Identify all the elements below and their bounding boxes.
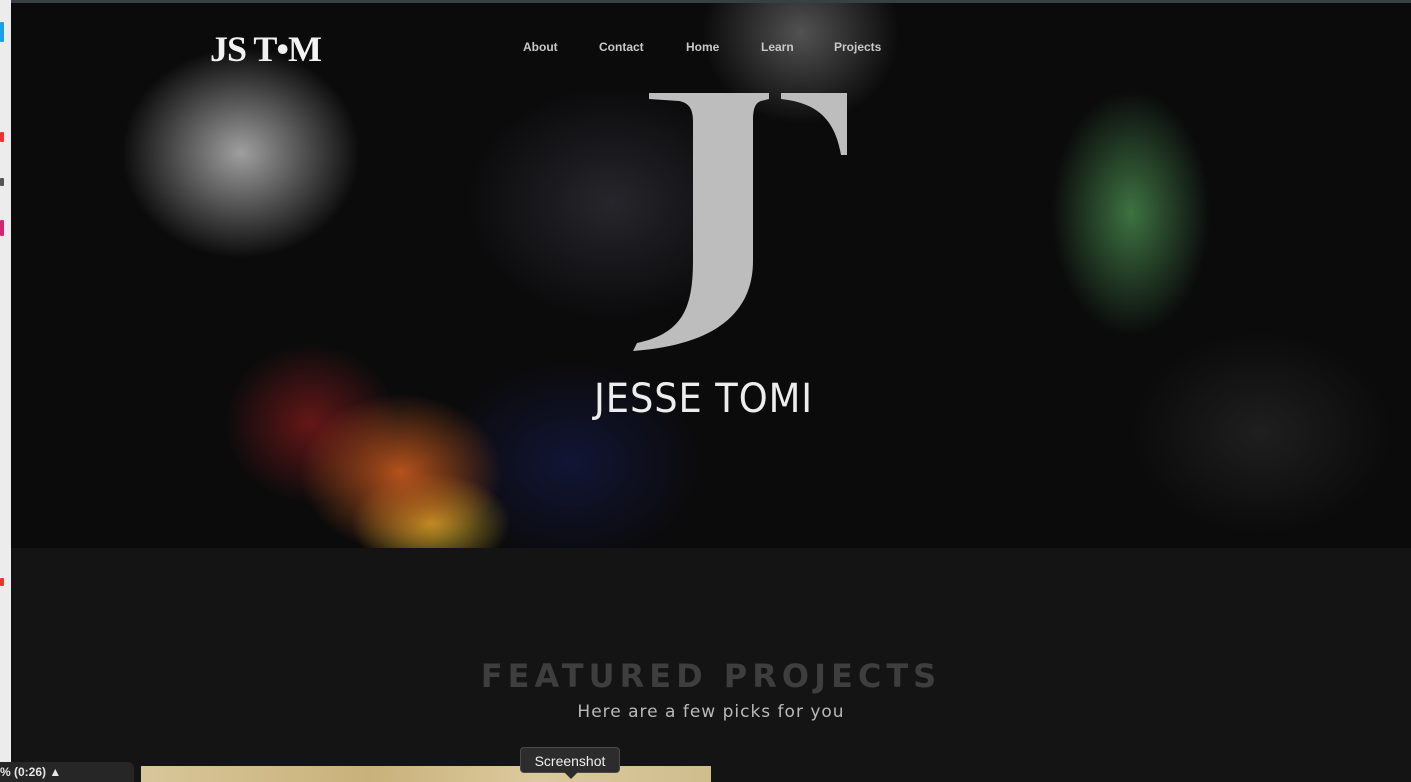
dock-app-icon[interactable]	[0, 178, 4, 186]
nav-item-projects[interactable]: Projects	[834, 40, 881, 54]
hero-name: JESSE TOMI	[594, 376, 814, 422]
nav-item-about[interactable]: About	[523, 40, 558, 54]
monogram-j-logo	[633, 93, 847, 351]
featured-projects-subtitle: Here are a few picks for you	[577, 702, 845, 722]
featured-projects-title: FEATURED PROJECTS	[480, 656, 942, 695]
project-thumbnail[interactable]	[141, 766, 711, 782]
dock-app-icon[interactable]	[0, 220, 4, 236]
nav-item-home[interactable]: Home	[686, 40, 719, 54]
site-logo[interactable]: JS T•M	[210, 31, 322, 67]
dock-app-icon[interactable]	[0, 132, 4, 142]
hero-section: JS T•M About Contact Home Learn Projects…	[11, 3, 1411, 548]
nav-item-learn[interactable]: Learn	[761, 40, 794, 54]
nav-item-contact[interactable]: Contact	[599, 40, 644, 54]
dock-app-icon[interactable]	[0, 578, 4, 586]
screenshot-tooltip: Screenshot	[520, 747, 620, 779]
left-dock-strip	[0, 0, 11, 782]
recording-status-indicator: % (0:26) ▲	[0, 762, 134, 782]
dock-app-icon[interactable]	[0, 22, 4, 42]
